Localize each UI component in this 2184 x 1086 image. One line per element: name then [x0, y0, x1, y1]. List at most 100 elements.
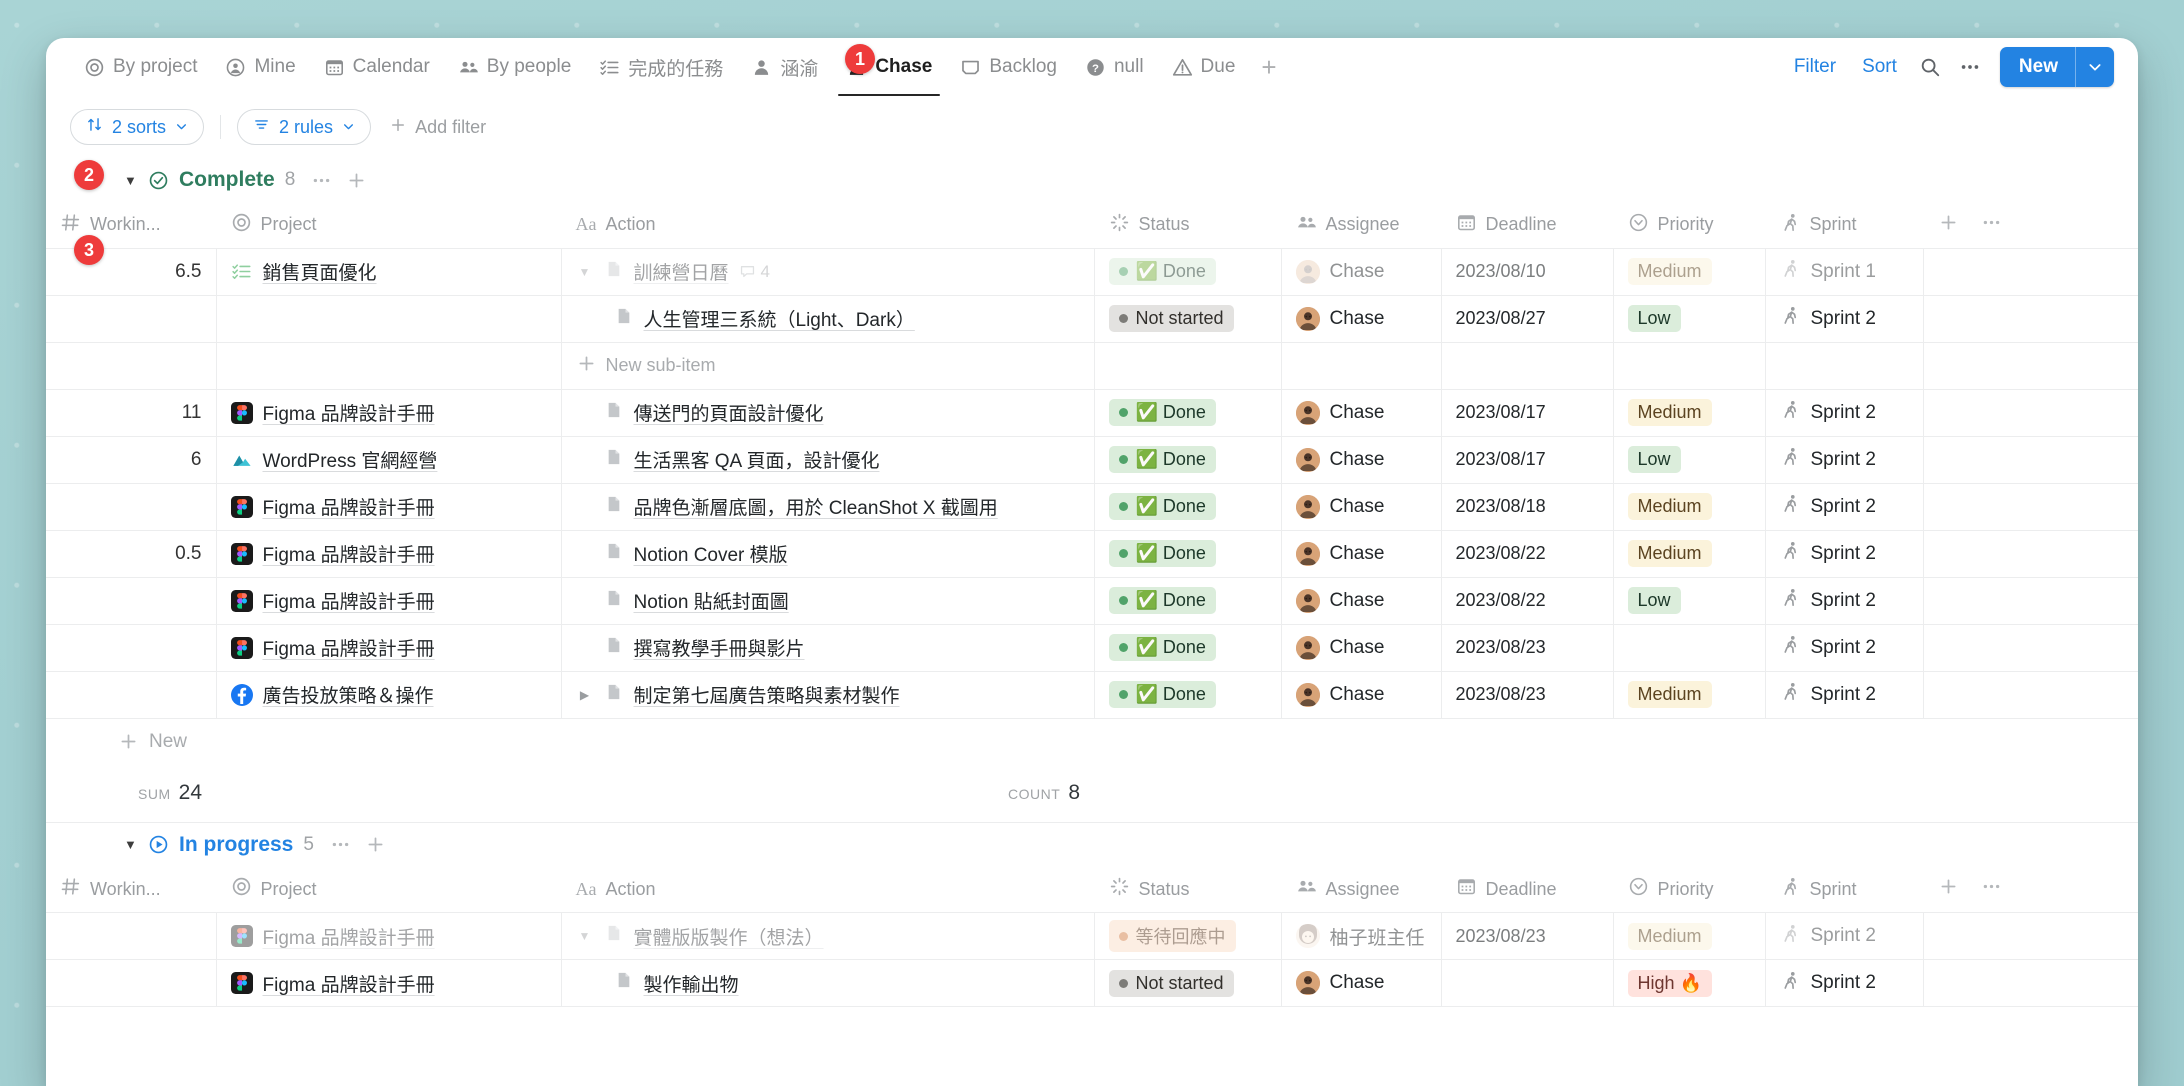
- tab-Mine[interactable]: Mine: [211, 38, 309, 96]
- column-sprint[interactable]: Sprint: [1765, 866, 1923, 913]
- cell-priority[interactable]: Medium: [1613, 530, 1766, 578]
- cell-action[interactable]: ▼ 實體版版製作（想法）: [561, 912, 1095, 960]
- cell-action[interactable]: ▶ 制定第七屆廣告策略與素材製作: [561, 671, 1095, 719]
- cell-project[interactable]: WordPress 官網經營: [216, 436, 562, 484]
- column-deadline[interactable]: Deadline: [1441, 202, 1613, 249]
- cell-sprint[interactable]: Sprint 2: [1765, 295, 1924, 343]
- table-row[interactable]: Figma 品牌設計手冊 ▼Notion 貼紙封面圖 ✅ Done Chase 2023…: [46, 577, 2138, 625]
- cell-deadline[interactable]: 2023/08/18: [1441, 483, 1614, 531]
- priority-badge[interactable]: Low: [1627, 587, 1681, 614]
- tab-完成的任務[interactable]: 完成的任務: [585, 38, 737, 96]
- priority-badge[interactable]: Medium: [1627, 540, 1712, 567]
- table-row[interactable]: 0.5 Figma 品牌設計手冊 ▼Notion Cover 模版 ✅ Done Cha…: [46, 530, 2138, 578]
- cell-working-hours[interactable]: 0.5: [46, 530, 217, 578]
- priority-badge[interactable]: Medium: [1627, 493, 1712, 520]
- column-priority[interactable]: Priority: [1613, 866, 1765, 913]
- row-expand-toggle[interactable]: ▶: [576, 688, 594, 702]
- column-project[interactable]: Project: [216, 866, 561, 913]
- new-button[interactable]: New: [1999, 47, 2114, 87]
- plus-icon[interactable]: [365, 834, 386, 855]
- filter-button[interactable]: Filter: [1781, 56, 1849, 78]
- new-subitem-row[interactable]: New sub-item: [46, 342, 2138, 390]
- priority-badge[interactable]: Medium: [1627, 681, 1712, 708]
- add-filter-button[interactable]: Add filter: [389, 116, 486, 139]
- group-collapse-toggle[interactable]: ▼: [124, 173, 138, 188]
- cell-project[interactable]: Figma 品牌設計手冊: [216, 389, 562, 437]
- cell-priority[interactable]: Medium: [1613, 483, 1766, 531]
- cell-deadline[interactable]: 2023/08/23: [1441, 912, 1614, 960]
- cell-working-hours[interactable]: [46, 295, 217, 343]
- sorts-pill[interactable]: 2 sorts: [70, 109, 205, 145]
- cell-working-hours[interactable]: 11: [46, 389, 217, 437]
- column-assignee[interactable]: Assignee: [1281, 202, 1441, 249]
- cell-assignee[interactable]: Chase: [1281, 248, 1442, 296]
- cell-priority[interactable]: High 🔥: [1613, 959, 1766, 1007]
- cell-assignee[interactable]: Chase: [1281, 671, 1442, 719]
- column-assignee[interactable]: Assignee: [1281, 866, 1441, 913]
- count-value[interactable]: 8: [1068, 781, 1080, 805]
- cell-status[interactable]: ✅ Done: [1094, 624, 1282, 672]
- cell-status[interactable]: ✅ Done: [1094, 671, 1282, 719]
- column-status[interactable]: Status: [1094, 866, 1281, 913]
- cell-assignee[interactable]: Chase: [1281, 436, 1442, 484]
- cell-action[interactable]: ▼品牌色漸層底圖，用於 CleanShot X 截圖用: [561, 483, 1095, 531]
- table-row[interactable]: 6 WordPress 官網經營 ▼生活黑客 QA 頁面，設計優化 ✅ Done Cha…: [46, 436, 2138, 484]
- table-row[interactable]: Figma 品牌設計手冊 ▼ 實體版版製作（想法） 等待回應中 柚子班主任 2023/08…: [46, 912, 2138, 960]
- column-status[interactable]: Status: [1094, 202, 1281, 249]
- cell-priority[interactable]: Low: [1613, 577, 1766, 625]
- cell-priority[interactable]: Medium: [1613, 912, 1766, 960]
- cell-action[interactable]: ▼撰寫教學手冊與影片: [561, 624, 1095, 672]
- cell-assignee[interactable]: 柚子班主任: [1281, 912, 1442, 960]
- status-badge[interactable]: ✅ Done: [1108, 634, 1216, 661]
- cell-status[interactable]: ✅ Done: [1094, 389, 1282, 437]
- table-row[interactable]: Figma 品牌設計手冊 ▼撰寫教學手冊與影片 ✅ Done Chase 2023/08…: [46, 624, 2138, 672]
- cell-sprint[interactable]: Sprint 2: [1765, 530, 1924, 578]
- cell-deadline[interactable]: 2023/08/22: [1441, 577, 1614, 625]
- plus-icon[interactable]: [1938, 876, 1959, 902]
- cell-action[interactable]: 製作輸出物: [561, 959, 1095, 1007]
- cell-sprint[interactable]: Sprint 2: [1765, 671, 1924, 719]
- status-badge[interactable]: ✅ Done: [1108, 493, 1216, 520]
- cell-project[interactable]: Figma 品牌設計手冊: [216, 959, 562, 1007]
- cell-project[interactable]: Figma 品牌設計手冊: [216, 624, 562, 672]
- cell-priority[interactable]: [1613, 624, 1766, 672]
- cell-assignee[interactable]: Chase: [1281, 389, 1442, 437]
- cell-deadline[interactable]: 2023/08/17: [1441, 436, 1614, 484]
- cell-deadline[interactable]: 2023/08/27: [1441, 295, 1614, 343]
- cell-deadline[interactable]: [1441, 959, 1614, 1007]
- tab-By people[interactable]: By people: [444, 38, 586, 96]
- cell-project[interactable]: Figma 品牌設計手冊: [216, 530, 562, 578]
- chevron-down-icon[interactable]: [2076, 59, 2114, 75]
- cell-action[interactable]: New sub-item: [561, 342, 1095, 390]
- priority-badge[interactable]: Low: [1627, 305, 1681, 332]
- cell-status[interactable]: 等待回應中: [1094, 912, 1282, 960]
- cell-priority[interactable]: Medium: [1613, 389, 1766, 437]
- status-badge[interactable]: ✅ Done: [1108, 446, 1216, 473]
- column-action[interactable]: Aa Action: [561, 866, 1094, 913]
- cell-project[interactable]: 銷售頁面優化: [216, 248, 562, 296]
- column-action[interactable]: Aa Action: [561, 202, 1094, 249]
- column-sprint[interactable]: Sprint: [1765, 202, 1923, 249]
- cell-working-hours[interactable]: [46, 912, 217, 960]
- cell-status[interactable]: ✅ Done: [1094, 436, 1282, 484]
- tab-Calendar[interactable]: Calendar: [310, 38, 444, 96]
- cell-assignee[interactable]: Chase: [1281, 483, 1442, 531]
- cell-project[interactable]: 廣告投放策略＆操作: [216, 671, 562, 719]
- status-badge[interactable]: 等待回應中: [1108, 920, 1236, 952]
- cell-project[interactable]: Figma 品牌設計手冊: [216, 912, 562, 960]
- column-project[interactable]: Project: [216, 202, 561, 249]
- column-workin-[interactable]: Workin...: [46, 202, 216, 249]
- cell-deadline[interactable]: 2023/08/17: [1441, 389, 1614, 437]
- cell-assignee[interactable]: Chase: [1281, 959, 1442, 1007]
- cell-action[interactable]: ▼Notion 貼紙封面圖: [561, 577, 1095, 625]
- cell-sprint[interactable]: Sprint 2: [1765, 483, 1924, 531]
- group-header[interactable]: ▼ Complete 8: [46, 158, 2138, 202]
- tab-null[interactable]: ? null: [1071, 38, 1158, 96]
- cell-priority[interactable]: Medium: [1613, 671, 1766, 719]
- group-header[interactable]: ▼ In progress 5: [46, 823, 2138, 867]
- cell-project[interactable]: [216, 295, 562, 343]
- table-row[interactable]: 廣告投放策略＆操作 ▶ 制定第七屆廣告策略與素材製作 ✅ Done Chase 2023/…: [46, 671, 2138, 719]
- cell-action[interactable]: ▼生活黑客 QA 頁面，設計優化: [561, 436, 1095, 484]
- cell-sprint[interactable]: Sprint 2: [1765, 436, 1924, 484]
- priority-badge[interactable]: Medium: [1627, 399, 1712, 426]
